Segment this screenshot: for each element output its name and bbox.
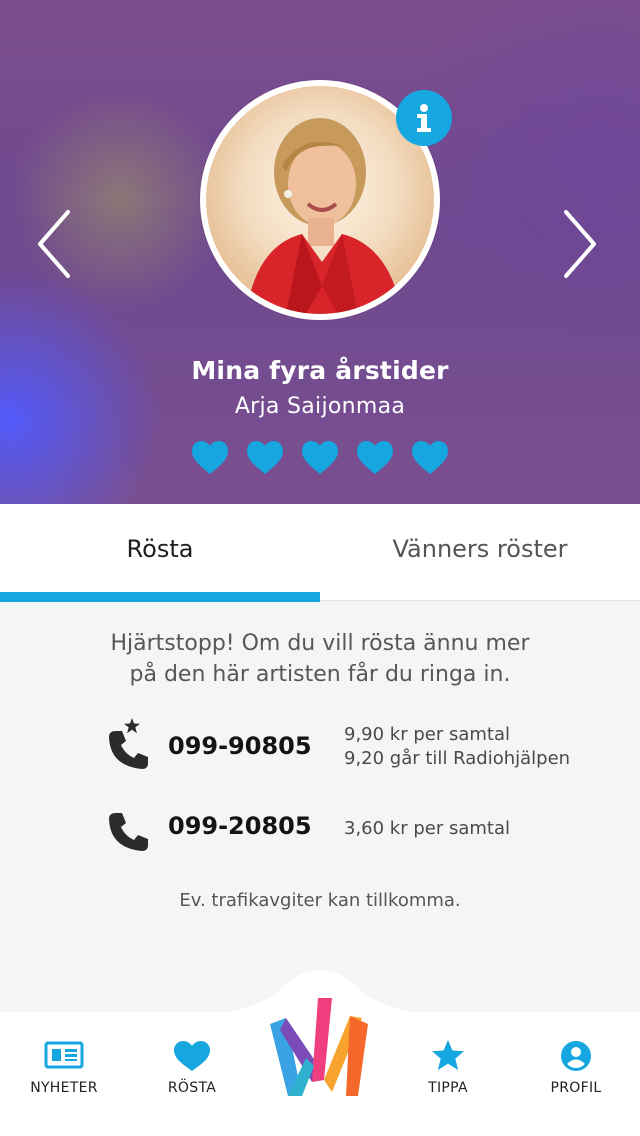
heart-button-2[interactable] <box>246 440 284 476</box>
info-icon <box>417 104 431 132</box>
charity-line: 9,20 går till Radiohjälpen <box>344 748 571 769</box>
nav-rosta[interactable]: RÖSTA <box>128 1012 256 1136</box>
disclaimer: Ev. trafikavgiter kan tillkomma. <box>179 890 461 911</box>
phone-icon <box>109 813 148 851</box>
profile-icon <box>561 1041 591 1071</box>
phone-number: 099-20805 <box>168 812 312 840</box>
nav-label: NYHETER <box>30 1080 98 1096</box>
nav-label: TIPPA <box>428 1080 468 1096</box>
phone-option-1[interactable]: 099-90805 9,90 kr per samtal 9,20 går ti… <box>0 720 640 780</box>
tab-bar: Rösta Vänners röster <box>0 504 640 602</box>
phone-number: 099-90805 <box>168 732 312 760</box>
phone-icon <box>109 731 148 769</box>
tab-rosta[interactable]: Rösta <box>0 504 320 594</box>
vote-message: Hjärtstopp! Om du vill rösta ännu mer på… <box>60 628 580 690</box>
heart-icon <box>192 441 228 474</box>
heart-icon <box>302 441 338 474</box>
nav-nyheter[interactable]: NYHETER <box>0 1012 128 1136</box>
message-line-2: på den här artisten får du ringa in. <box>129 662 511 687</box>
heart-button-4[interactable] <box>356 440 394 476</box>
nav-label: PROFIL <box>550 1080 602 1096</box>
heart-icon <box>412 441 448 474</box>
heart-button-5[interactable] <box>411 440 449 476</box>
previous-artist-button[interactable] <box>34 208 74 280</box>
melodifestivalen-logo[interactable] <box>266 996 374 1100</box>
price-line: 9,90 kr per samtal <box>344 724 510 745</box>
next-artist-button[interactable] <box>560 208 600 280</box>
news-icon <box>44 1041 84 1069</box>
chevron-right-icon <box>564 210 596 278</box>
nav-tippa[interactable]: TIPPA <box>384 1012 512 1136</box>
chevron-left-icon <box>38 210 70 278</box>
nav-profil[interactable]: PROFIL <box>512 1012 640 1136</box>
heart-button-3[interactable] <box>301 440 339 476</box>
info-button[interactable] <box>396 90 452 146</box>
heart-icon <box>247 441 283 474</box>
artist-hero: Mina fyra årstider Arja Saijonmaa <box>0 0 640 504</box>
message-line-1: Hjärtstopp! Om du vill rösta ännu mer <box>110 631 530 656</box>
heart-button-1[interactable] <box>191 440 229 476</box>
tab-vanners-roster[interactable]: Vänners röster <box>320 504 640 594</box>
song-title: Mina fyra årstider <box>191 356 449 385</box>
heart-icon <box>174 1041 210 1071</box>
price-line: 3,60 kr per samtal <box>344 818 510 839</box>
active-tab-indicator <box>0 592 320 602</box>
star-icon <box>124 718 140 734</box>
artist-name: Arja Saijonmaa <box>234 394 406 419</box>
heart-icon <box>357 441 393 474</box>
vote-hearts <box>0 440 640 480</box>
phone-option-2[interactable]: 099-20805 3,60 kr per samtal <box>0 804 640 864</box>
star-icon <box>432 1040 464 1070</box>
nav-label: RÖSTA <box>167 1080 217 1096</box>
